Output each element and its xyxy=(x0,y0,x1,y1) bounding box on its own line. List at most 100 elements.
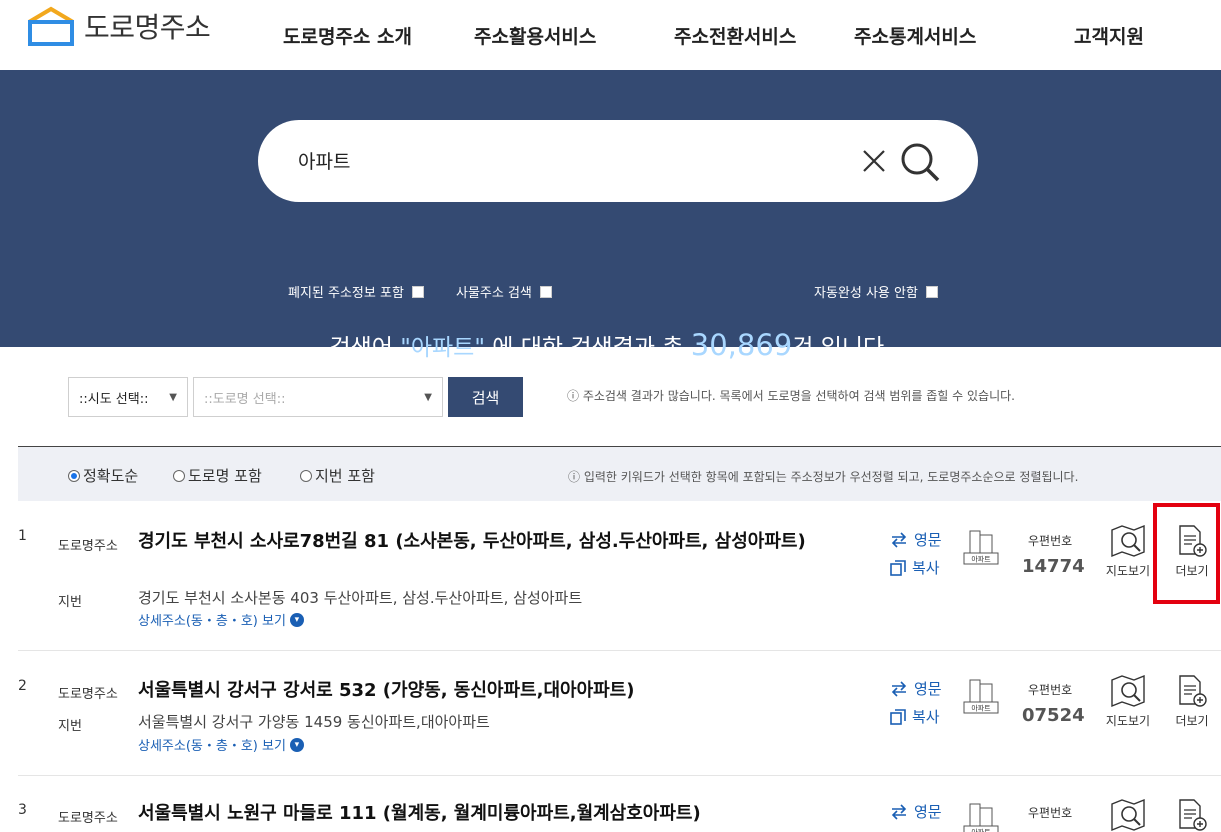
map-view-button[interactable] xyxy=(1096,798,1160,832)
road-label: 도로명주소 xyxy=(58,811,118,826)
sort-accuracy-label: 정확도순 xyxy=(83,467,139,485)
road-select[interactable]: ::도로명 선택:: ▼ xyxy=(193,377,443,417)
apartment-icon-label: 아파트 xyxy=(971,704,991,713)
option-autocomplete[interactable]: 자동완성 사용 안함 xyxy=(814,282,938,301)
map-search-icon xyxy=(1111,674,1145,708)
apartment-icon-label: 아파트 xyxy=(971,828,991,832)
map-view-label: 지도보기 xyxy=(1105,564,1151,578)
road-label: 도로명주소 xyxy=(58,539,118,554)
option-object-checkbox[interactable] xyxy=(539,285,552,298)
sort-road-label: 도로명 포함 xyxy=(188,467,262,485)
apartment-icon[interactable]: 아파트 xyxy=(962,527,1000,567)
apartment-icon[interactable]: 아파트 xyxy=(962,800,1000,832)
nav-services[interactable]: 주소활용서비스 xyxy=(474,22,596,49)
sort-jibun-radio[interactable] xyxy=(300,469,312,482)
copy-label: 복사 xyxy=(912,708,940,726)
option-abolished-checkbox[interactable] xyxy=(411,285,424,298)
document-plus-icon xyxy=(1179,799,1207,831)
option-object[interactable]: 사물주소 검색 xyxy=(456,282,552,301)
result-number: 1 xyxy=(18,528,27,544)
search-input[interactable] xyxy=(298,140,858,180)
english-button[interactable]: 영문 xyxy=(890,529,942,550)
jibun-label: 지번 xyxy=(58,595,82,610)
summary-count: 30,869 xyxy=(690,328,793,362)
copy-button[interactable]: 복사 xyxy=(890,557,940,578)
site-header: 도로명주소 도로명주소 소개 주소활용서비스 주소전환서비스 주소통계서비스 고… xyxy=(0,0,1221,70)
copy-label: 복사 xyxy=(912,559,940,577)
copy-icon xyxy=(890,559,906,576)
sort-accuracy[interactable]: 정확도순 xyxy=(68,465,138,486)
summary-keyword: "아파트" xyxy=(400,335,485,361)
sort-road[interactable]: 도로명 포함 xyxy=(173,465,262,486)
detail-address-link[interactable]: 상세주소(동・층・호) 보기 ▾ xyxy=(138,610,304,629)
apartment-icon[interactable]: 아파트 xyxy=(962,676,1000,716)
result-number: 2 xyxy=(18,678,27,694)
map-view-button[interactable]: 지도보기 xyxy=(1096,524,1160,579)
english-label: 영문 xyxy=(914,680,942,698)
nav-conversion[interactable]: 주소전환서비스 xyxy=(674,22,796,49)
summary-suffix: 건 입니다. xyxy=(792,335,892,361)
jibun-label: 지번 xyxy=(58,719,82,734)
sort-info: ⓘ 입력한 키워드가 선택한 항목에 포함되는 주소정보가 우선정렬 되고, 도… xyxy=(568,470,1079,484)
more-button[interactable] xyxy=(1160,798,1221,832)
swap-icon xyxy=(891,531,907,548)
nav-support[interactable]: 고객지원 xyxy=(1074,22,1144,49)
jibun-address: 서울특별시 강서구 가양동 1459 동신아파트,대아아파트 xyxy=(138,713,490,731)
english-button[interactable]: 영문 xyxy=(890,801,942,822)
sido-select-value: ::시도 선택:: xyxy=(79,391,149,407)
chevron-down-icon: ▼ xyxy=(424,391,432,403)
option-abolished-label: 폐지된 주소정보 포함 xyxy=(288,286,404,301)
document-plus-icon xyxy=(1179,675,1207,707)
more-button[interactable]: 더보기 xyxy=(1160,674,1221,729)
chevron-down-icon: ▾ xyxy=(289,737,304,752)
zip-label: 우편번호 xyxy=(1028,806,1073,820)
zip-code: 07524 xyxy=(1022,705,1085,726)
road-address: 서울특별시 노원구 마들로 111 (월계동, 월계미륭아파트,월계삼호아파트) xyxy=(138,803,701,824)
swap-icon xyxy=(891,680,907,697)
search-icon xyxy=(901,143,940,182)
result-summary: 검색어 "아파트" 에 대한 검색결과 총 30,869건 입니다. xyxy=(0,328,1221,362)
nav-intro[interactable]: 도로명주소 소개 xyxy=(283,22,412,49)
option-abolished[interactable]: 폐지된 주소정보 포함 xyxy=(288,282,424,301)
map-search-icon xyxy=(1111,798,1145,832)
english-label: 영문 xyxy=(914,531,942,549)
english-label: 영문 xyxy=(914,803,942,821)
apartment-icon-label: 아파트 xyxy=(971,555,991,564)
map-search-icon xyxy=(1111,524,1145,558)
road-address: 경기도 부천시 소사로78번길 81 (소사본동, 두산아파트, 삼성.두산아파… xyxy=(138,531,806,552)
sido-select[interactable]: ::시도 선택:: ▼ xyxy=(68,377,188,417)
row-separator xyxy=(18,775,1221,776)
row-separator xyxy=(18,650,1221,651)
filter-info: ⓘ 주소검색 결과가 많습니다. 목록에서 도로명을 선택하여 검색 범위를 좁… xyxy=(567,389,1015,403)
jibun-address: 경기도 부천시 소사본동 403 두산아파트, 삼성.두산아파트, 삼성아파트 xyxy=(138,589,583,607)
close-icon xyxy=(863,150,885,172)
chevron-down-icon: ▾ xyxy=(289,612,304,627)
detail-address-label: 상세주소(동・층・호) 보기 xyxy=(138,739,286,754)
logo[interactable]: 도로명주소 xyxy=(26,6,211,46)
sort-accuracy-radio[interactable] xyxy=(68,469,80,482)
option-autocomplete-checkbox[interactable] xyxy=(925,285,938,298)
logo-text: 도로명주소 xyxy=(84,11,211,44)
road-select-value: ::도로명 선택:: xyxy=(204,391,286,407)
map-view-button[interactable]: 지도보기 xyxy=(1096,674,1160,729)
sort-jibun-label: 지번 포함 xyxy=(315,467,375,485)
zip-code: 14774 xyxy=(1022,556,1085,577)
option-autocomplete-label: 자동완성 사용 안함 xyxy=(814,286,918,301)
highlight-box xyxy=(1153,503,1220,604)
more-label: 더보기 xyxy=(1175,714,1209,728)
logo-house-icon xyxy=(26,6,76,46)
detail-address-link[interactable]: 상세주소(동・층・호) 보기 ▾ xyxy=(138,735,304,754)
summary-middle: 에 대한 검색결과 총 xyxy=(492,335,684,361)
copy-button[interactable]: 복사 xyxy=(890,706,940,727)
sort-jibun[interactable]: 지번 포함 xyxy=(300,465,375,486)
sort-road-radio[interactable] xyxy=(173,469,185,482)
clear-search-button[interactable] xyxy=(858,145,890,177)
nav-statistics[interactable]: 주소통계서비스 xyxy=(854,22,976,49)
search-button[interactable] xyxy=(898,140,942,184)
sort-bar: 정확도순 도로명 포함 지번 포함 ⓘ 입력한 키워드가 선택한 항목에 포함되… xyxy=(18,447,1221,501)
result-number: 3 xyxy=(18,802,27,818)
english-button[interactable]: 영문 xyxy=(890,678,942,699)
road-address: 서울특별시 강서구 강서로 532 (가양동, 동신아파트,대아아파트) xyxy=(138,680,635,701)
search-hero: 폐지된 주소정보 포함 사물주소 검색 자동완성 사용 안함 검색어 "아파트"… xyxy=(0,70,1221,362)
filter-search-button[interactable]: 검색 xyxy=(448,377,523,417)
